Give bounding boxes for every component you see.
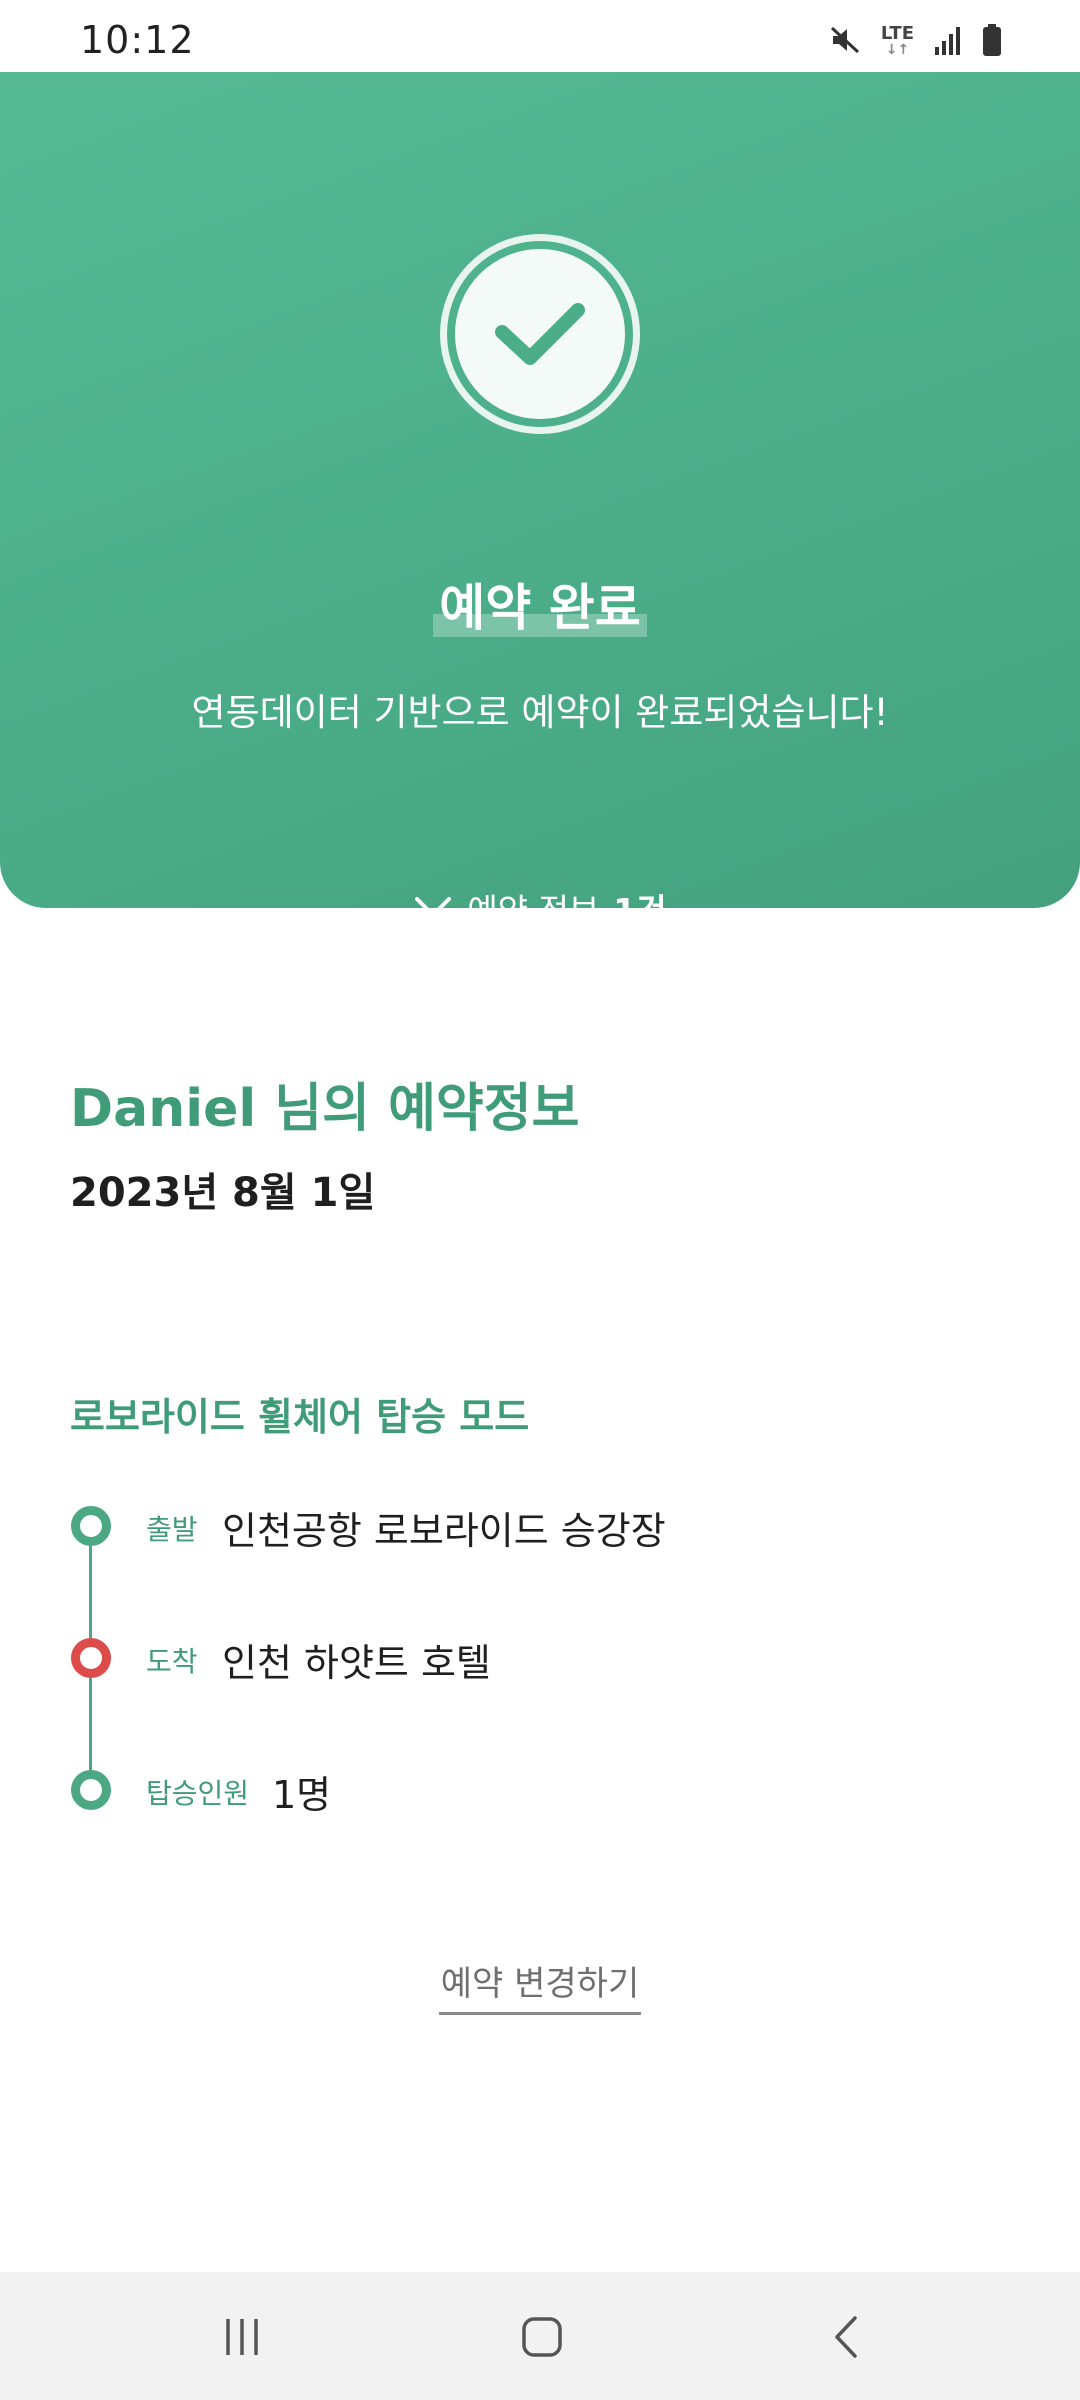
toggle-label: 예약 정보 (467, 891, 600, 930)
change-reservation-link[interactable]: 예약 변경하기 (438, 1964, 642, 2015)
status-icons: LTE ↓↑ (829, 22, 1002, 62)
passenger-label: 탑승인원 (146, 1777, 250, 1810)
network-type: LTE (880, 23, 914, 44)
passenger-value: 1명 (272, 1773, 332, 1817)
reservation-title: Daniel 님의 예약정보 (70, 1079, 580, 1139)
change-reservation-container: 예약 변경하기 (0, 1956, 1080, 2015)
arrival-label: 도착 (146, 1645, 198, 1678)
arrival-value: 인천 하얏트 호텔 (222, 1641, 491, 1685)
departure-label: 출발 (146, 1513, 198, 1546)
lte-icon: LTE ↓↑ (880, 23, 914, 59)
chevron-down-icon (413, 889, 453, 928)
battery-icon (982, 24, 1002, 60)
reservation-date: 2023년 8월 1일 (70, 1170, 376, 1216)
arrival-dot (71, 1638, 111, 1678)
completion-header: 예약 완료 연동데이터 기반으로 예약이 완료되었습니다! 예약 정보 1건 (0, 72, 1080, 930)
check-circle-icon (440, 234, 640, 434)
system-nav-bar (0, 2272, 1080, 2400)
back-icon[interactable] (806, 2302, 886, 2372)
page-title: 예약 완료 (0, 568, 1080, 640)
ride-mode-label: 로보라이드 휠체어 탑승 모드 (70, 1395, 530, 1439)
passenger-dot (71, 1770, 111, 1810)
page-title-text: 예약 완료 (433, 579, 647, 637)
status-time: 10:12 (80, 18, 195, 62)
signal-icon (934, 25, 962, 59)
toggle-count: 1건 (613, 891, 667, 930)
departure-dot (71, 1506, 111, 1546)
mute-icon (829, 24, 861, 60)
recent-apps-icon[interactable] (202, 2302, 282, 2372)
status-bar: 10:12 LTE ↓↑ (0, 0, 1080, 72)
reservation-info-toggle[interactable]: 예약 정보 1건 (0, 884, 1080, 932)
completion-message: 연동데이터 기반으로 예약이 완료되었습니다! (191, 691, 889, 734)
departure-value: 인천공항 로보라이드 승강장 (222, 1509, 666, 1553)
home-icon[interactable] (502, 2302, 582, 2372)
